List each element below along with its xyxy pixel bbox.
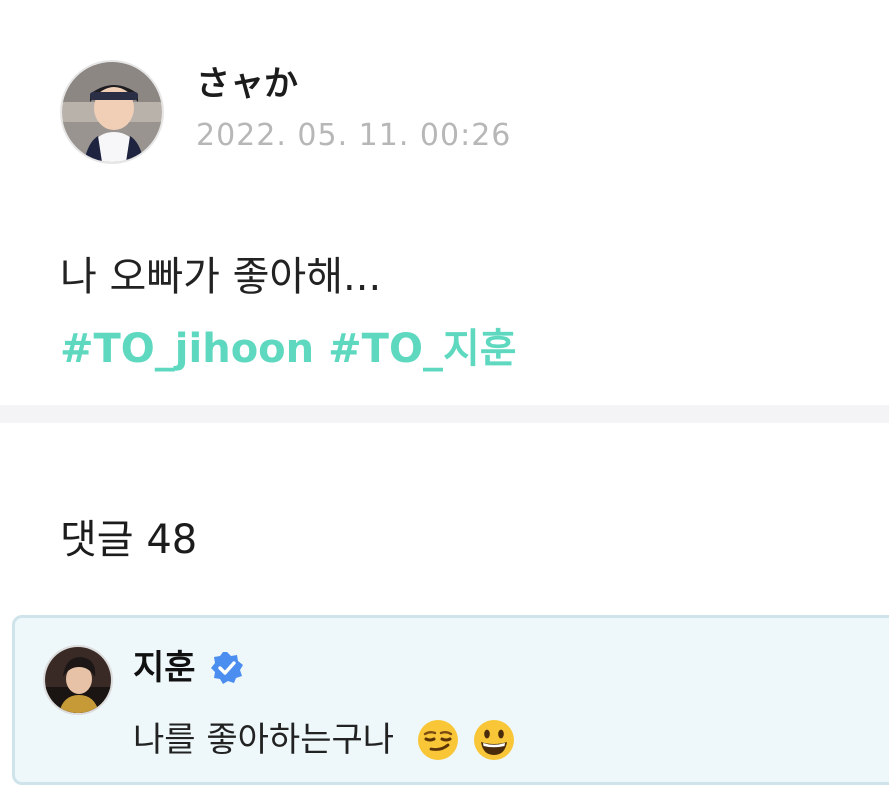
hashtag-list: #TO_jihoon #TO_지훈 <box>60 324 531 374</box>
author-block: さャか 2022. 05. 11. 00:26 <box>196 60 511 154</box>
post-body: 나 오빠가 좋아해... #TO_jihoon #TO_지훈 <box>60 248 531 374</box>
child-photo-icon <box>62 62 162 162</box>
section-divider <box>0 405 889 423</box>
hashtag-link[interactable]: #TO_지훈 <box>328 326 516 372</box>
comment-text: 나를 좋아하는구나 <box>133 718 516 762</box>
verified-badge-icon <box>210 652 243 684</box>
comment-author: 지훈 <box>133 648 244 688</box>
author-avatar[interactable] <box>60 60 164 164</box>
author-name[interactable]: さャか <box>196 64 511 104</box>
comments-heading: 댓글 48 <box>60 517 198 563</box>
comment-author-name[interactable]: 지훈 <box>133 648 196 688</box>
commenter-avatar[interactable] <box>43 645 113 715</box>
comment-item[interactable]: 지훈 나를 좋아하는구나 <box>12 615 889 785</box>
post-timestamp: 2022. 05. 11. 00:26 <box>196 118 512 153</box>
comment-message: 나를 좋아하는구나 <box>133 720 395 760</box>
grinning-face-icon <box>474 720 515 760</box>
post-text: 나 오빠가 좋아해... <box>60 254 382 300</box>
post-detail-screen: さャか 2022. 05. 11. 00:26 나 오빠가 좋아해... #TO… <box>0 0 889 805</box>
smirking-face-icon <box>418 720 459 760</box>
hashtag-link[interactable]: #TO_jihoon <box>60 326 314 372</box>
commenter-photo-icon <box>45 647 111 713</box>
post-header: さャか 2022. 05. 11. 00:26 <box>60 60 511 164</box>
